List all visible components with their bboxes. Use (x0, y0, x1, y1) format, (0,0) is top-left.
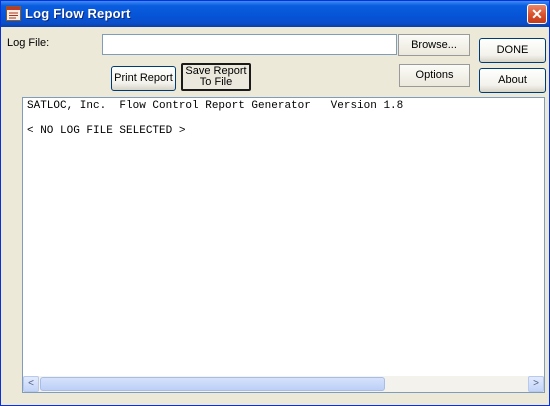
scroll-left-arrow-icon: < (28, 378, 34, 389)
horizontal-scrollbar[interactable]: < > (23, 376, 544, 392)
save-report-to-file-button[interactable]: Save Report To File (181, 63, 251, 91)
app-icon (6, 6, 21, 21)
log-flow-report-window: Log Flow Report ✕ Log File: Browse... DO… (0, 0, 550, 406)
report-output-area[interactable]: SATLOC, Inc. Flow Control Report Generat… (22, 97, 545, 393)
scrollbar-thumb[interactable] (40, 377, 385, 391)
window-title: Log Flow Report (25, 6, 131, 21)
title-bar[interactable]: Log Flow Report ✕ (1, 1, 549, 27)
scroll-right-button[interactable]: > (528, 376, 544, 392)
log-file-input[interactable] (102, 34, 397, 55)
done-button[interactable]: DONE (479, 38, 546, 63)
close-button[interactable]: ✕ (527, 4, 547, 24)
save-report-label-line2: To File (199, 76, 233, 88)
report-status-line: < NO LOG FILE SELECTED > (27, 125, 186, 137)
options-button[interactable]: Options (399, 64, 470, 87)
report-header-line: SATLOC, Inc. Flow Control Report Generat… (27, 100, 404, 112)
about-button[interactable]: About (479, 68, 546, 93)
close-icon: ✕ (531, 6, 543, 22)
scroll-right-arrow-icon: > (533, 378, 539, 389)
log-file-label: Log File: (7, 37, 50, 49)
print-report-button[interactable]: Print Report (111, 66, 176, 91)
scroll-left-button[interactable]: < (23, 376, 39, 392)
browse-button[interactable]: Browse... (398, 34, 470, 56)
